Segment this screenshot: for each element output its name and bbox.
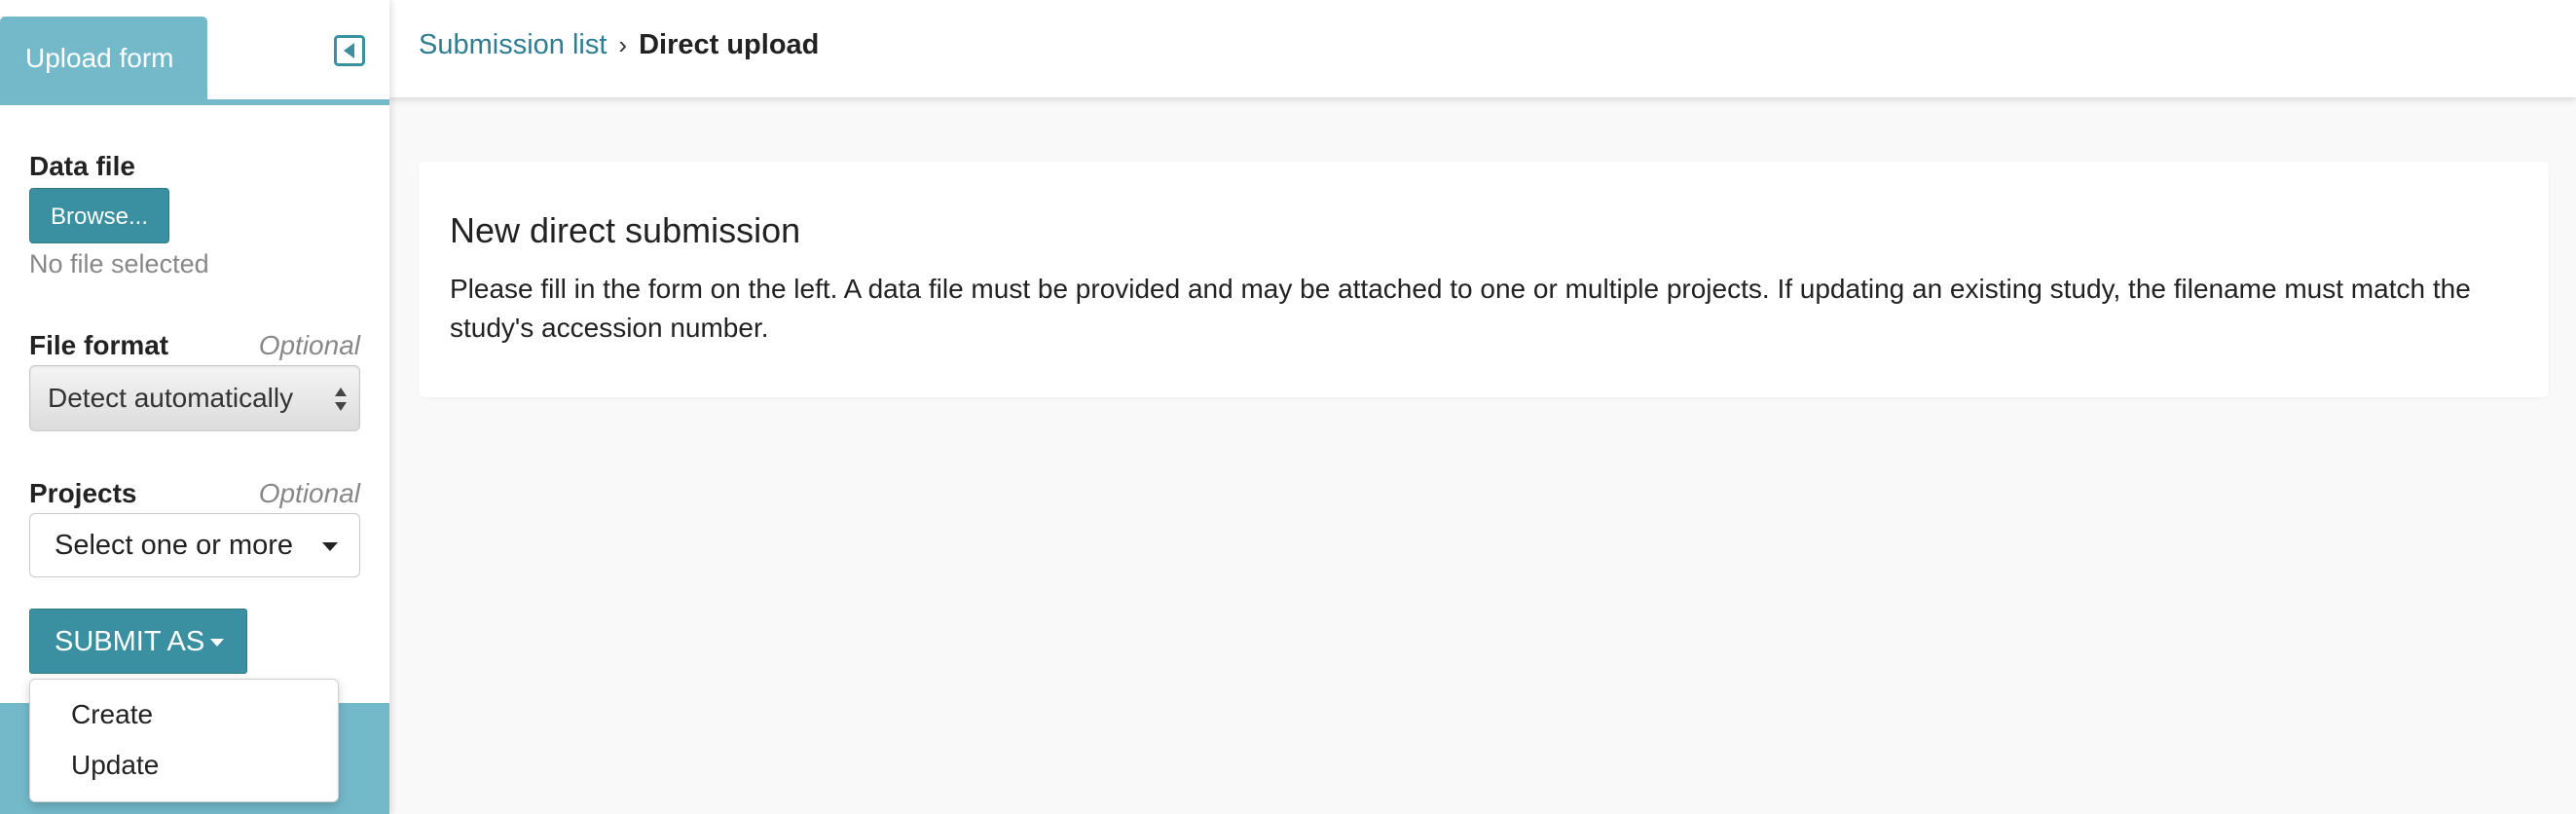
file-format-label-row: File format Optional <box>29 330 360 365</box>
menu-item-update[interactable]: Update <box>71 750 159 781</box>
projects-label-row: Projects Optional <box>29 478 360 513</box>
submit-as-label: SUBMIT AS <box>55 626 205 657</box>
sidebar: Upload form Data file Browse... No file … <box>0 0 389 814</box>
chevron-down-icon <box>322 542 338 551</box>
breadcrumb: Submission list › Direct upload <box>419 29 819 61</box>
menu-item-create[interactable]: Create <box>71 699 153 730</box>
main-card: New direct submission Please fill in the… <box>419 162 2549 397</box>
collapse-left-icon[interactable] <box>334 35 365 66</box>
file-format-label: File format <box>29 330 169 360</box>
projects-placeholder: Select one or more <box>55 530 294 561</box>
file-format-value: Detect automatically <box>48 383 294 413</box>
select-arrows-icon <box>335 388 347 411</box>
browse-button[interactable]: Browse... <box>29 188 169 243</box>
data-file-label: Data file <box>29 151 135 181</box>
sidebar-header: Upload form <box>0 0 389 105</box>
file-format-select[interactable]: Detect automatically <box>29 365 360 431</box>
data-file-label-row: Data file <box>29 151 360 186</box>
caret-down-icon <box>210 639 224 647</box>
file-format-optional: Optional <box>258 330 360 360</box>
chevron-right-icon: › <box>618 30 628 59</box>
projects-label: Projects <box>29 478 137 508</box>
submit-as-button[interactable]: SUBMIT AS <box>29 609 247 674</box>
projects-optional: Optional <box>258 478 360 508</box>
page-title: New direct submission <box>450 210 801 250</box>
submit-as-menu: Create Update <box>29 679 339 802</box>
page-description: Please fill in the form on the left. A d… <box>450 274 2471 343</box>
breadcrumb-submission-list[interactable]: Submission list <box>419 29 607 60</box>
tab-upload-form[interactable]: Upload form <box>0 17 207 99</box>
breadcrumb-current: Direct upload <box>639 29 820 60</box>
top-bar: Submission list › Direct upload <box>389 0 2576 97</box>
file-status: No file selected <box>29 249 209 278</box>
projects-select[interactable]: Select one or more <box>29 513 360 577</box>
